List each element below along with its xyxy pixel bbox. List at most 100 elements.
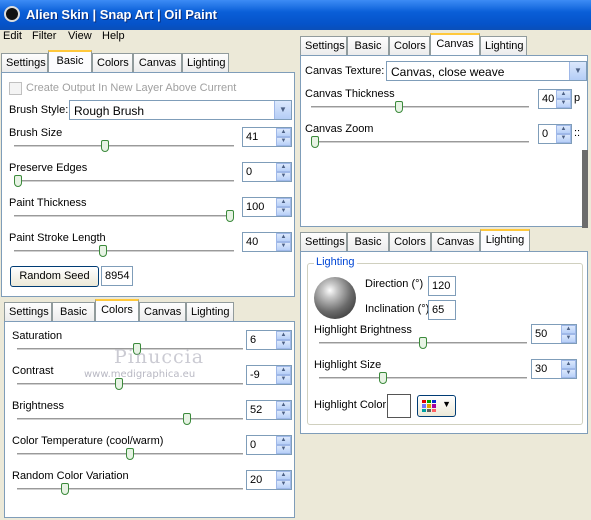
- direction-value[interactable]: 120: [428, 276, 456, 296]
- inclination-value[interactable]: 65: [428, 300, 456, 320]
- brush-style-value: Rough Brush: [74, 104, 145, 118]
- highlight-color-swatch[interactable]: [387, 394, 411, 418]
- spin-box[interactable]: 30 ▲ ▼: [531, 359, 577, 379]
- spin-down-arrow-icon[interactable]: ▼: [276, 242, 291, 251]
- spin-down-arrow-icon[interactable]: ▼: [276, 480, 291, 489]
- menu-view[interactable]: View: [68, 30, 92, 42]
- tab-settings-4[interactable]: Settings: [300, 232, 347, 251]
- slider-thumb[interactable]: [311, 136, 319, 148]
- tab-basic-2[interactable]: Basic: [52, 302, 95, 321]
- spin-buttons: ▲ ▼: [276, 163, 291, 181]
- watermark-url: www.medigraphica.eu: [84, 369, 196, 380]
- slider-track[interactable]: [14, 250, 234, 253]
- slider-thumb[interactable]: [126, 448, 134, 460]
- spin-down-arrow-icon[interactable]: ▼: [276, 445, 291, 454]
- slider-track[interactable]: [17, 488, 243, 491]
- spin-box[interactable]: 41 ▲ ▼: [242, 127, 292, 147]
- tab-settings[interactable]: Settings: [1, 53, 48, 72]
- tab-colors-4[interactable]: Colors: [389, 232, 431, 251]
- tab-basic-3[interactable]: Basic: [347, 36, 389, 55]
- spin-down-arrow-icon[interactable]: ▼: [561, 334, 576, 343]
- slider-thumb[interactable]: [98, 245, 107, 257]
- slider-track[interactable]: [17, 383, 243, 386]
- slider-thumb[interactable]: [419, 337, 427, 349]
- spin-box[interactable]: 0 ▲ ▼: [242, 162, 292, 182]
- menu-filter[interactable]: Filter: [32, 30, 56, 42]
- spin-up-arrow-icon[interactable]: ▲: [276, 128, 291, 137]
- tab-lighting-2[interactable]: Lighting: [186, 302, 234, 321]
- tab-canvas-4[interactable]: Canvas: [431, 232, 480, 251]
- random-seed-value[interactable]: 8954: [101, 266, 133, 286]
- spin-up-arrow-icon[interactable]: ▲: [561, 360, 576, 369]
- spin-box[interactable]: 40 ▲ ▼: [538, 89, 572, 109]
- create-output-checkbox[interactable]: [9, 82, 22, 95]
- spin-value: -9: [250, 369, 260, 381]
- spin-up-arrow-icon[interactable]: ▲: [276, 366, 291, 375]
- tab-settings-2[interactable]: Settings: [4, 302, 52, 321]
- spin-down-arrow-icon[interactable]: ▼: [276, 172, 291, 181]
- spin-box[interactable]: 50 ▲ ▼: [531, 324, 577, 344]
- spin-down-arrow-icon[interactable]: ▼: [276, 375, 291, 384]
- spin-box[interactable]: 100 ▲ ▼: [242, 197, 292, 217]
- slider-track[interactable]: [311, 141, 529, 144]
- spin-box[interactable]: 0 ▲ ▼: [246, 435, 292, 455]
- tab-canvas-3[interactable]: Canvas: [430, 33, 480, 55]
- tab-basic[interactable]: Basic: [48, 50, 92, 72]
- scrollbar[interactable]: [582, 150, 588, 228]
- slider-track[interactable]: [14, 215, 234, 218]
- tab-canvas[interactable]: Canvas: [133, 53, 182, 72]
- random-seed-button[interactable]: Random Seed: [10, 266, 99, 287]
- spin-box[interactable]: 40 ▲ ▼: [242, 232, 292, 252]
- tab-colors-3[interactable]: Colors: [389, 36, 430, 55]
- spin-up-arrow-icon[interactable]: ▲: [276, 233, 291, 242]
- spin-box[interactable]: 52 ▲ ▼: [246, 400, 292, 420]
- slider-thumb[interactable]: [395, 101, 403, 113]
- spin-box[interactable]: 6 ▲ ▼: [246, 330, 292, 350]
- spin-up-arrow-icon[interactable]: ▲: [556, 90, 571, 99]
- slider-track[interactable]: [14, 145, 234, 148]
- light-direction-sphere[interactable]: [314, 277, 356, 319]
- menu-edit[interactable]: Edit: [3, 30, 22, 42]
- spin-down-arrow-icon[interactable]: ▼: [556, 134, 571, 143]
- spin-up-arrow-icon[interactable]: ▲: [276, 471, 291, 480]
- spin-down-arrow-icon[interactable]: ▼: [276, 207, 291, 216]
- slider-track[interactable]: [14, 180, 234, 183]
- spin-down-arrow-icon[interactable]: ▼: [276, 410, 291, 419]
- spin-down-arrow-icon[interactable]: ▼: [556, 99, 571, 108]
- slider-thumb[interactable]: [14, 175, 22, 187]
- slider-track[interactable]: [311, 106, 529, 109]
- spin-up-arrow-icon[interactable]: ▲: [561, 325, 576, 334]
- brush-style-select[interactable]: Rough Brush ▼: [69, 100, 292, 120]
- slider-thumb[interactable]: [226, 210, 234, 222]
- tab-lighting-4[interactable]: Lighting: [480, 229, 530, 251]
- spin-box[interactable]: 20 ▲ ▼: [246, 470, 292, 490]
- spin-up-arrow-icon[interactable]: ▲: [276, 401, 291, 410]
- spin-up-arrow-icon[interactable]: ▲: [556, 125, 571, 134]
- spin-down-arrow-icon[interactable]: ▼: [561, 369, 576, 378]
- tab-lighting-3[interactable]: Lighting: [480, 36, 527, 55]
- slider-track[interactable]: [319, 377, 527, 380]
- spin-box[interactable]: 0 ▲ ▼: [538, 124, 572, 144]
- slider-thumb[interactable]: [182, 413, 191, 425]
- menu-help[interactable]: Help: [102, 30, 125, 42]
- slider-thumb[interactable]: [100, 140, 109, 152]
- spin-up-arrow-icon[interactable]: ▲: [276, 436, 291, 445]
- color-picker-button[interactable]: ▼: [417, 395, 456, 417]
- canvas-texture-select[interactable]: Canvas, close weave ▼: [386, 61, 587, 81]
- spin-box[interactable]: -9 ▲ ▼: [246, 365, 292, 385]
- tab-lighting[interactable]: Lighting: [182, 53, 229, 72]
- tab-settings-3[interactable]: Settings: [300, 36, 347, 55]
- tab-colors-2[interactable]: Colors: [95, 299, 139, 321]
- tab-basic-4[interactable]: Basic: [347, 232, 389, 251]
- slider-track[interactable]: [17, 418, 243, 421]
- slider-thumb[interactable]: [379, 372, 387, 384]
- title-bar[interactable]: Alien Skin | Snap Art | Oil Paint: [0, 0, 591, 30]
- tab-canvas-2[interactable]: Canvas: [139, 302, 186, 321]
- spin-down-arrow-icon[interactable]: ▼: [276, 137, 291, 146]
- spin-up-arrow-icon[interactable]: ▲: [276, 198, 291, 207]
- slider-thumb[interactable]: [60, 483, 69, 495]
- spin-up-arrow-icon[interactable]: ▲: [276, 163, 291, 172]
- spin-down-arrow-icon[interactable]: ▼: [276, 340, 291, 349]
- spin-up-arrow-icon[interactable]: ▲: [276, 331, 291, 340]
- tab-colors[interactable]: Colors: [92, 53, 133, 72]
